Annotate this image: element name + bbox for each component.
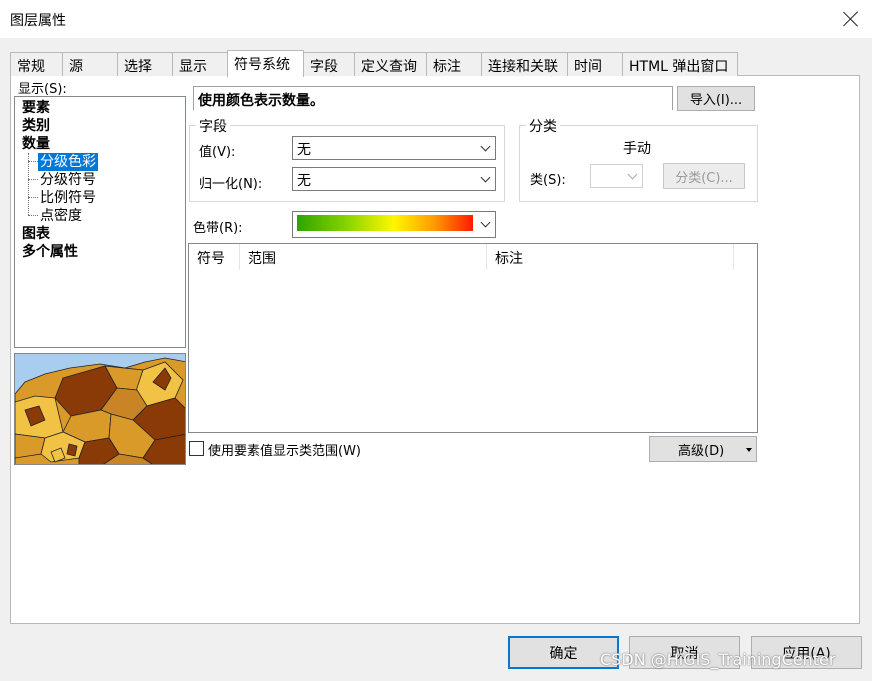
value-field-combo[interactable]: 无: [292, 136, 496, 160]
use-feature-values-checkbox[interactable]: [189, 441, 204, 456]
tab-source[interactable]: 源: [62, 52, 118, 76]
tree-item-quantities[interactable]: 数量: [22, 135, 50, 153]
tab-general[interactable]: 常规: [10, 52, 63, 76]
color-ramp-label: 色带(R):: [193, 221, 243, 236]
tree-item-graduated-colors[interactable]: 分级色彩: [38, 153, 98, 171]
tab-time[interactable]: 时间: [567, 52, 623, 76]
tab-symbology[interactable]: 符号系统: [227, 50, 304, 77]
advanced-button-label: 高级(D): [678, 443, 725, 459]
dropdown-arrow-icon: [746, 448, 752, 452]
tree-connector: [28, 161, 38, 162]
classification-method: 手动: [623, 141, 651, 157]
advanced-button[interactable]: 高级(D): [649, 436, 757, 462]
tab-selection[interactable]: 选择: [117, 52, 173, 76]
class-list[interactable]: 符号 范围 标注: [188, 243, 758, 433]
normalization-field-combo[interactable]: 无: [292, 167, 496, 191]
tree-connector: [28, 179, 38, 180]
column-header-symbol[interactable]: 符号: [189, 244, 240, 270]
value-label: 值(V):: [199, 145, 236, 160]
watermark: CSDN @HiGIS_TrainingCenter: [600, 650, 836, 669]
tab-html-popup[interactable]: HTML 弹出窗口: [622, 52, 738, 76]
fields-group-title: 字段: [196, 116, 230, 136]
tree-item-dot-density[interactable]: 点密度: [40, 207, 82, 225]
tree-item-features[interactable]: 要素: [22, 99, 50, 117]
chevron-down-icon: [627, 169, 638, 180]
tree-connector: [28, 153, 29, 215]
title-bar: [0, 0, 872, 38]
classes-combo[interactable]: [590, 164, 643, 188]
chevron-down-icon: [480, 217, 491, 228]
show-tree[interactable]: 要素 类别 数量 分级色彩 分级符号 比例符号 点密度 图表 多个属性: [14, 96, 186, 348]
color-ramp-swatch: [297, 215, 473, 231]
chevron-down-icon: [480, 141, 491, 152]
tab-definition-query[interactable]: 定义查询: [354, 52, 427, 76]
tab-labels[interactable]: 标注: [426, 52, 482, 76]
column-header-range[interactable]: 范围: [240, 244, 487, 270]
symbology-preview-map: [14, 353, 186, 465]
tab-display[interactable]: 显示: [172, 52, 228, 76]
classes-label: 类(S):: [530, 173, 566, 188]
column-header-label[interactable]: 标注: [487, 244, 734, 270]
tab-strip: 常规 源 选择 显示 符号系统 字段 定义查询 标注 连接和关联 时间 HTML…: [10, 50, 860, 77]
import-button[interactable]: 导入(I)...: [677, 86, 755, 111]
color-ramp-combo[interactable]: [292, 211, 496, 238]
tab-fields[interactable]: 字段: [303, 52, 355, 76]
show-label: 显示(S):: [18, 82, 67, 97]
tree-item-charts[interactable]: 图表: [22, 225, 50, 243]
tree-item-proportional-symbols[interactable]: 比例符号: [40, 189, 96, 207]
tree-connector: [28, 197, 38, 198]
classification-group-title: 分类: [526, 116, 560, 136]
tree-item-multiple-attributes[interactable]: 多个属性: [22, 243, 78, 261]
chevron-down-icon: [480, 172, 491, 183]
normalization-field-selected: 无: [297, 173, 311, 189]
classify-button[interactable]: 分类(C)...: [663, 163, 745, 189]
window-title: 图层属性: [10, 13, 66, 29]
use-feature-values-label: 使用要素值显示类范围(W): [208, 444, 361, 459]
value-field-selected: 无: [297, 142, 311, 158]
tree-item-categories[interactable]: 类别: [22, 117, 50, 135]
normalization-label: 归一化(N):: [199, 177, 263, 192]
description-text: 使用颜色表示数量。: [198, 93, 324, 109]
close-icon[interactable]: [838, 6, 864, 32]
tree-item-graduated-symbols[interactable]: 分级符号: [40, 171, 96, 189]
tab-joins-relates[interactable]: 连接和关联: [481, 52, 568, 76]
tree-connector: [28, 215, 38, 216]
